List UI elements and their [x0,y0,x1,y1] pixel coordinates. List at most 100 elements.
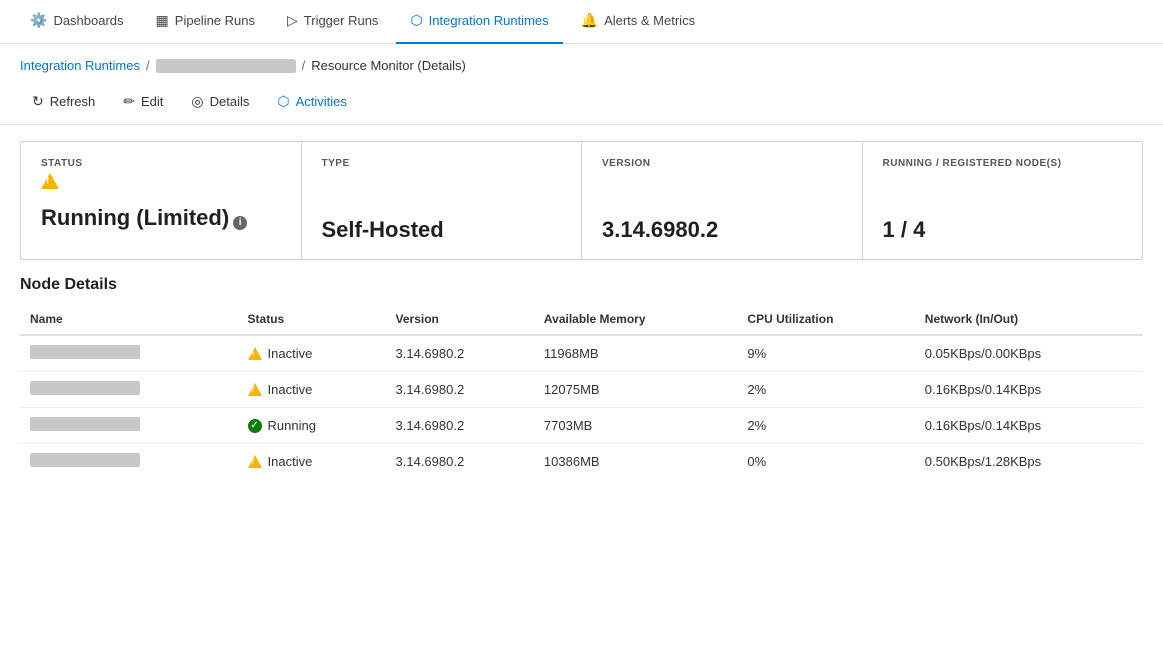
node-status-cell: Inactive [238,444,386,480]
warn-triangle-icon [248,347,262,360]
col-network: Network (In/Out) [915,304,1143,335]
node-name-cell [20,335,238,372]
table-row: ✓ Running 3.14.6980.27703MB2%0.16KBps/0.14… [20,408,1143,444]
node-name-redacted [30,345,140,359]
node-version-cell: 3.14.6980.2 [386,335,534,372]
nodes-card: RUNNING / REGISTERED NODE(S) 1 / 4 [863,142,1143,259]
activities-icon: ⬡ [277,93,289,110]
alerts-metrics-icon: 🔔 [581,12,598,29]
col-version: Version [386,304,534,335]
type-card-label: TYPE [322,158,562,169]
node-cpu-cell: 9% [737,335,914,372]
nodes-card-value: 1 / 4 [883,217,1123,243]
top-nav: ⚙️ Dashboards ▦ Pipeline Runs ▷ Trigger … [0,0,1163,44]
nav-dashboards[interactable]: ⚙️ Dashboards [16,0,138,44]
warn-triangle-icon [248,383,262,396]
details-label: Details [210,94,250,109]
node-cpu-cell: 2% [737,408,914,444]
node-version-cell: 3.14.6980.2 [386,444,534,480]
version-card: VERSION 3.14.6980.2 [582,142,863,259]
table-wrapper: Name Status Version Available Memory CPU… [0,304,1163,479]
node-network-cell: 0.05KBps/0.00KBps [915,335,1143,372]
node-status-cell: Inactive [238,372,386,408]
pipeline-runs-icon: ▦ [156,12,169,29]
nav-integration-runtimes-label: Integration Runtimes [429,13,549,28]
node-network-cell: 0.16KBps/0.14KBps [915,408,1143,444]
node-version-cell: 3.14.6980.2 [386,372,534,408]
node-status-label: Inactive [268,382,313,397]
breadcrumb-runtime-name [156,59,296,73]
node-memory-cell: 12075MB [534,372,737,408]
col-cpu: CPU Utilization [737,304,914,335]
node-name-cell [20,372,238,408]
node-details-title: Node Details [0,276,1163,304]
toolbar: ↻ Refresh ✏ Edit ◎ Details ⬡ Activities [0,83,1163,125]
nav-trigger-runs[interactable]: ▷ Trigger Runs [273,0,392,44]
nav-dashboards-label: Dashboards [53,13,123,28]
details-icon: ◎ [191,93,203,110]
version-card-value: 3.14.6980.2 [602,217,842,243]
node-name-redacted [30,381,140,395]
edit-icon: ✏ [123,93,135,110]
edit-label: Edit [141,94,163,109]
col-status: Status [238,304,386,335]
status-info-icon[interactable]: i [233,216,247,230]
node-details-section: Node Details Name Status Version Availab… [0,276,1163,479]
type-card: TYPE Self-Hosted [302,142,583,259]
trigger-runs-icon: ▷ [287,12,298,29]
details-button[interactable]: ◎ Details [179,87,261,116]
breadcrumb: Integration Runtimes / / Resource Monito… [0,44,1163,83]
node-name-cell [20,444,238,480]
nav-integration-runtimes[interactable]: ⬡ Integration Runtimes [396,0,562,44]
nav-pipeline-runs-label: Pipeline Runs [175,13,255,28]
breadcrumb-sep2: / [302,58,306,73]
integration-runtimes-icon: ⬡ [410,12,422,29]
status-card: STATUS Running (Limited)i [21,142,302,259]
activities-button[interactable]: ⬡ Activities [265,87,359,116]
node-status-label: Inactive [268,346,313,361]
status-card-value: Running (Limited)i [41,205,281,231]
table-header-row: Name Status Version Available Memory CPU… [20,304,1143,335]
node-name-redacted [30,417,140,431]
refresh-label: Refresh [50,94,96,109]
breadcrumb-current: Resource Monitor (Details) [311,58,466,73]
node-memory-cell: 10386MB [534,444,737,480]
status-cards: STATUS Running (Limited)i TYPE Self-Host… [20,141,1143,260]
col-memory: Available Memory [534,304,737,335]
node-memory-cell: 11968MB [534,335,737,372]
node-status-cell: ✓ Running [238,408,386,444]
node-table: Name Status Version Available Memory CPU… [20,304,1143,479]
node-name-redacted [30,453,140,467]
refresh-icon: ↻ [32,93,44,110]
running-check-icon: ✓ [248,419,262,433]
nav-alerts-metrics[interactable]: 🔔 Alerts & Metrics [567,0,709,44]
version-card-label: VERSION [602,158,842,169]
node-status-label: Inactive [268,454,313,469]
node-status-cell: Inactive [238,335,386,372]
node-status-label: Running [268,418,316,433]
table-row: Inactive 3.14.6980.211968MB9%0.05KBps/0.0… [20,335,1143,372]
dashboards-icon: ⚙️ [30,12,47,29]
node-memory-cell: 7703MB [534,408,737,444]
status-warn-icon [41,173,59,189]
nav-trigger-runs-label: Trigger Runs [304,13,379,28]
edit-button[interactable]: ✏ Edit [111,87,175,116]
table-row: Inactive 3.14.6980.212075MB2%0.16KBps/0.1… [20,372,1143,408]
nav-pipeline-runs[interactable]: ▦ Pipeline Runs [142,0,269,44]
breadcrumb-link[interactable]: Integration Runtimes [20,58,140,73]
activities-label: Activities [296,94,347,109]
node-name-cell [20,408,238,444]
type-card-value: Self-Hosted [322,217,562,243]
node-network-cell: 0.50KBps/1.28KBps [915,444,1143,480]
node-cpu-cell: 0% [737,444,914,480]
node-cpu-cell: 2% [737,372,914,408]
breadcrumb-sep1: / [146,58,150,73]
node-network-cell: 0.16KBps/0.14KBps [915,372,1143,408]
nodes-card-label: RUNNING / REGISTERED NODE(S) [883,158,1123,169]
warn-triangle-icon [248,455,262,468]
nav-alerts-metrics-label: Alerts & Metrics [604,13,695,28]
node-version-cell: 3.14.6980.2 [386,408,534,444]
col-name: Name [20,304,238,335]
refresh-button[interactable]: ↻ Refresh [20,87,107,116]
table-row: Inactive 3.14.6980.210386MB0%0.50KBps/1.2… [20,444,1143,480]
